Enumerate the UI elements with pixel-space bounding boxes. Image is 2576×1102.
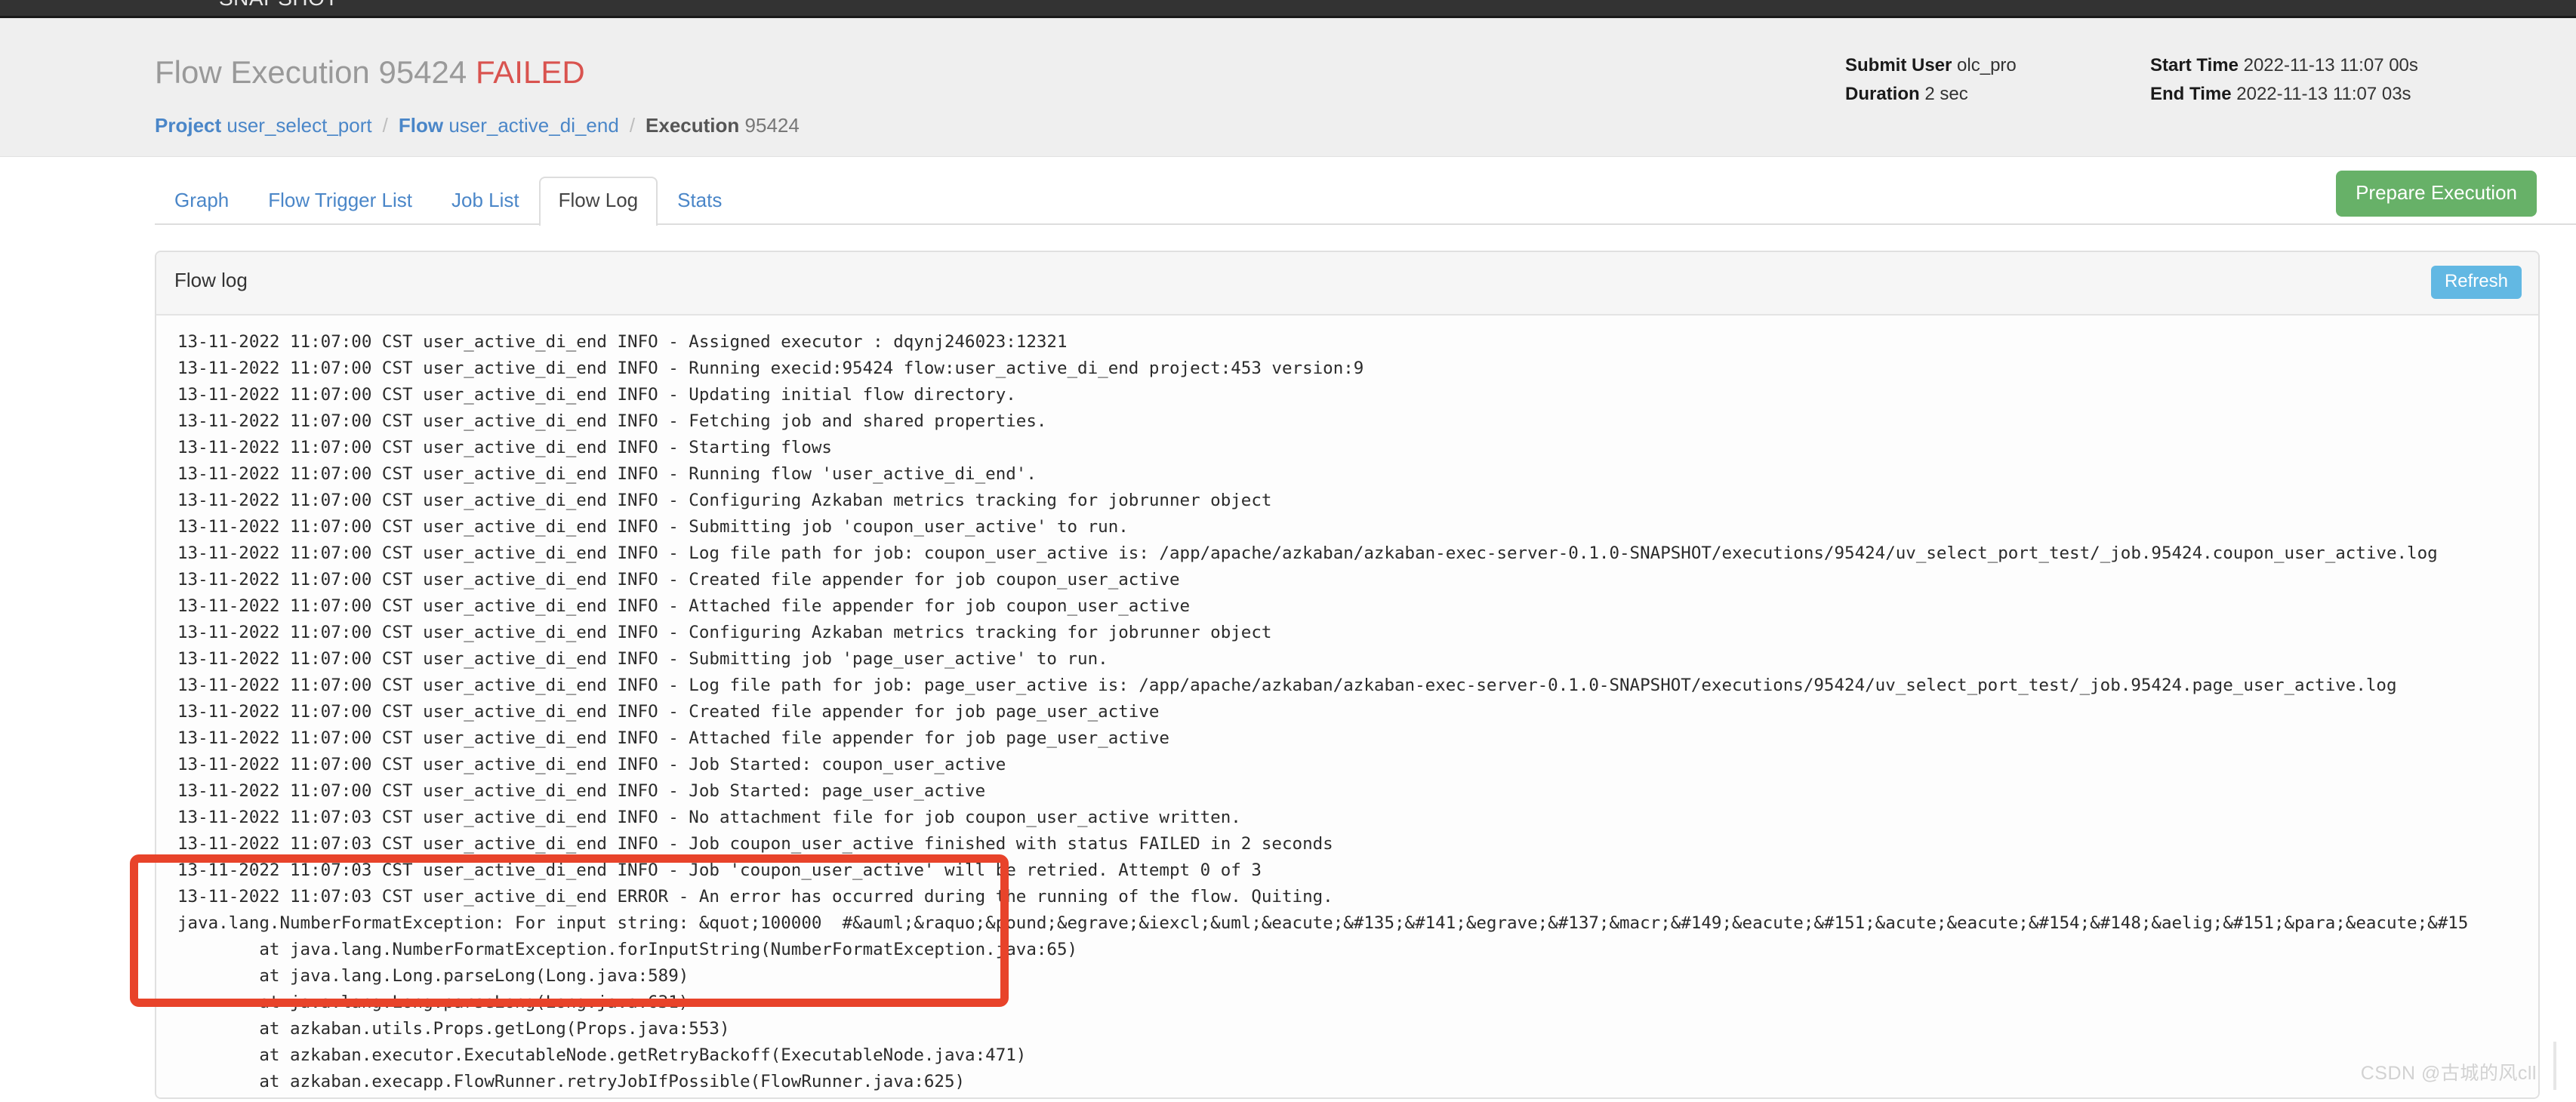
log-line: 13-11-2022 11:07:00 CST user_active_di_e… [177,359,1364,378]
breadcrumb-execution-current: Execution 95424 [646,114,800,137]
page-header: Flow Execution 95424 FAILED Submit User … [0,18,2576,106]
log-line: 13-11-2022 11:07:00 CST user_active_di_e… [177,623,1272,642]
log-line: 13-11-2022 11:07:00 CST user_active_di_e… [177,702,1160,722]
refresh-button[interactable]: Refresh [2430,266,2522,299]
submit-user-label: Submit User [1845,55,1952,75]
log-line: 13-11-2022 11:07:00 CST user_active_di_e… [177,543,2438,563]
breadcrumb-flow-link[interactable]: Flow user_active_di_end [399,114,619,137]
duration-value: 2 sec [1924,84,1968,104]
tab-flow-trigger-list[interactable]: Flow Trigger List [248,177,432,226]
breadcrumb-flow-label: Flow [398,114,444,137]
page-title: Flow Execution 95424 FAILED [155,54,585,91]
start-time-label: Start Time [2150,55,2239,75]
tab-graph[interactable]: Graph [155,177,248,226]
log-line: at azkaban.utils.Props.getLong(Props.jav… [177,1019,730,1039]
log-line: at java.lang.Long.parseLong(Long.java:58… [177,966,689,986]
start-time-row: Start Time 2022-11-13 11:07 00s [2150,51,2418,80]
log-line: 13-11-2022 11:07:00 CST user_active_di_e… [177,438,832,457]
breadcrumb: Project user_select_port / Flow user_activ… [155,114,800,137]
watermark: CSDN @古城的风cll [2360,1063,2537,1084]
end-time-value: 2022-11-13 11:07 03s [2236,84,2411,104]
log-line: java.lang.NumberFormatException: For inp… [177,913,2469,933]
log-line: 13-11-2022 11:07:00 CST user_active_di_e… [177,570,1180,589]
breadcrumb-execution-label: Execution [646,114,740,137]
log-line: at java.lang.Long.parseLong(Long.java:63… [177,993,689,1012]
log-line: 13-11-2022 11:07:00 CST user_active_di_e… [177,491,1272,510]
end-time-label: End Time [2150,84,2232,104]
flow-log-body[interactable]: 13-11-2022 11:07:00 CST user_active_di_e… [156,316,2538,1097]
start-time-value: 2022-11-13 11:07 00s [2243,55,2418,75]
log-line: at azkaban.executor.ExecutableNode.getRe… [177,1045,1027,1065]
flow-log-title: Flow log [174,269,248,291]
log-line: 13-11-2022 11:07:00 CST user_active_di_e… [177,755,1006,774]
breadcrumb-bar: Project user_select_port / Flow user_activ… [0,105,2576,157]
log-line: 13-11-2022 11:07:00 CST user_active_di_e… [177,596,1191,616]
status-badge: FAILED [475,54,585,90]
log-line: 13-11-2022 11:07:00 CST user_active_di_e… [177,385,1016,405]
log-line: 13-11-2022 11:07:00 CST user_active_di_e… [177,781,986,801]
log-line: 13-11-2022 11:07:00 CST user_active_di_e… [177,332,1068,352]
page-title-execution-id: 95424 [378,54,467,90]
log-line: 13-11-2022 11:07:00 CST user_active_di_e… [177,676,2397,695]
breadcrumb-separator-1: / [382,114,388,137]
duration-label: Duration [1845,84,1920,104]
prepare-execution-button[interactable]: Prepare Execution [2336,171,2537,217]
submit-user-value: olc_pro [1957,55,2017,75]
breadcrumb-flow-value: user_active_di_end [448,114,619,137]
flow-log-panel: Flow log Refresh 13-11-2022 11:07:00 CST… [155,251,2540,1099]
breadcrumb-execution-value: 95424 [744,114,800,137]
breadcrumb-separator-2: / [629,114,636,137]
flow-log-text: 13-11-2022 11:07:00 CST user_active_di_e… [156,329,2538,1097]
log-line: at azkaban.execapp.FlowRunner.progressGr… [177,1095,2538,1097]
log-line: 13-11-2022 11:07:03 CST user_active_di_e… [177,834,1333,854]
submit-user-row: Submit User olc_pro [1845,51,2017,80]
breadcrumb-project-link[interactable]: Project user_select_port [155,114,372,137]
log-line: 13-11-2022 11:07:03 CST user_active_di_e… [177,860,1262,880]
execution-meta-left: Submit User olc_pro Duration 2 sec [1845,51,2017,109]
navbar-brand: SNAPSHOT [219,0,338,11]
tabs-bar: Graph Flow Trigger List Job List Flow Lo… [0,157,2576,227]
log-line: 13-11-2022 11:07:00 CST user_active_di_e… [177,649,1108,669]
page-title-label: Flow Execution [155,54,370,90]
tab-stats[interactable]: Stats [658,177,741,226]
log-line: 13-11-2022 11:07:03 CST user_active_di_e… [177,808,1241,827]
breadcrumb-project-label: Project [155,114,222,137]
log-line: 13-11-2022 11:07:00 CST user_active_di_e… [177,464,1037,484]
execution-meta-right: Start Time 2022-11-13 11:07 00s End Time… [2150,51,2418,109]
log-line: 13-11-2022 11:07:00 CST user_active_di_e… [177,411,1047,431]
top-navbar: SNAPSHOT [0,0,2576,18]
log-line: 13-11-2022 11:07:00 CST user_active_di_e… [177,517,1129,537]
flow-execution-page: SNAPSHOT Flow Execution 95424 FAILED Sub… [0,0,2576,1102]
log-line: at java.lang.NumberFormatException.forIn… [177,940,1078,959]
scrollbar[interactable] [2553,1042,2556,1090]
tab-job-list[interactable]: Job List [432,177,539,226]
log-line: 13-11-2022 11:07:03 CST user_active_di_e… [177,887,1333,907]
log-line: 13-11-2022 11:07:00 CST user_active_di_e… [177,728,1169,748]
tab-list: Graph Flow Trigger List Job List Flow Lo… [155,177,741,227]
tab-flow-log[interactable]: Flow Log [538,177,658,227]
log-line: at azkaban.execapp.FlowRunner.retryJobIf… [177,1072,966,1091]
breadcrumb-project-value: user_select_port [226,114,372,137]
flow-log-panel-header: Flow log Refresh [156,252,2538,316]
